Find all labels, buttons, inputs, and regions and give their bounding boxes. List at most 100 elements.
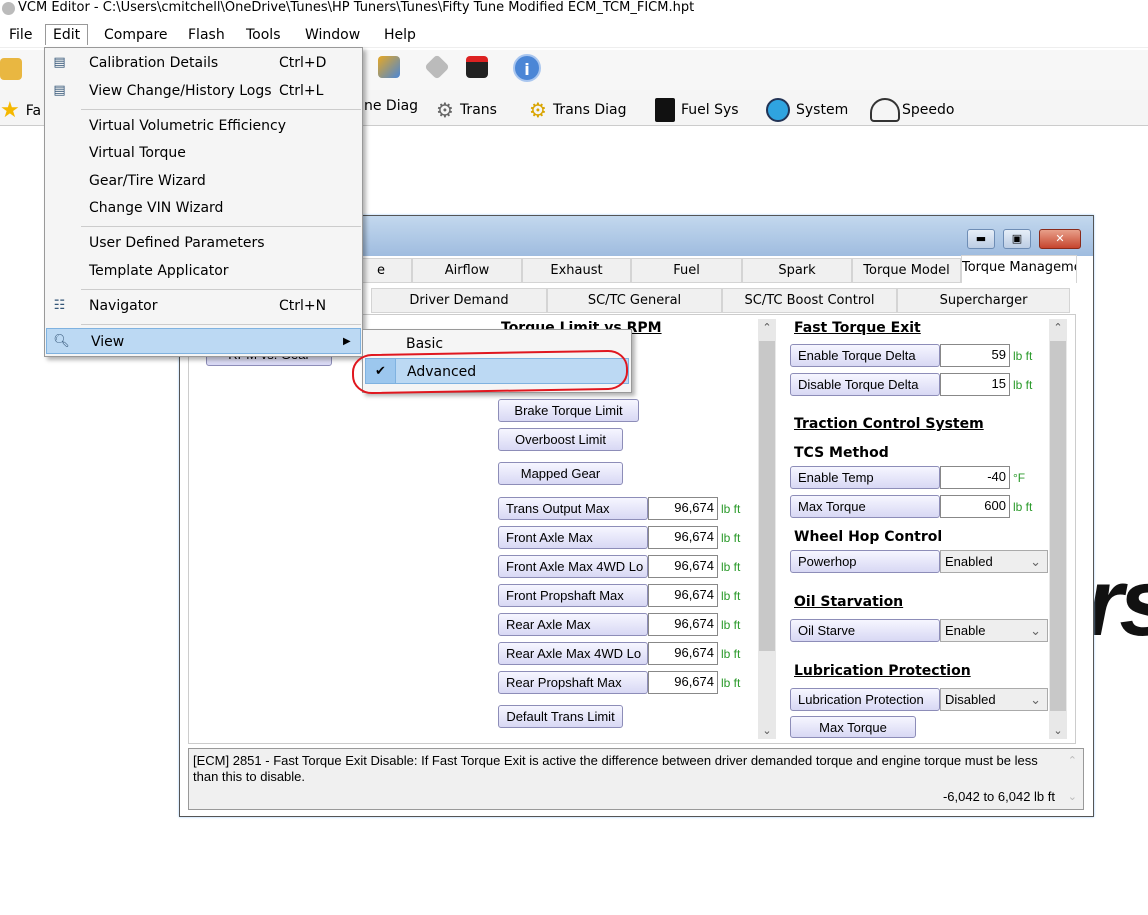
torque-limit-value[interactable]: 96,674 <box>648 671 718 694</box>
background-logo: rs <box>1086 549 1148 656</box>
max-torque-value[interactable]: 600 <box>940 495 1010 518</box>
write-chip-icon[interactable] <box>466 56 488 78</box>
tab-spark[interactable]: Spark <box>742 258 852 283</box>
star-icon: ★ <box>0 98 20 123</box>
engine-diag-button[interactable]: ne Diag <box>364 98 418 114</box>
torque-limit-label[interactable]: Front Axle Max <box>498 526 648 549</box>
torque-limit-value[interactable]: 96,674 <box>648 642 718 665</box>
max-torque-button[interactable]: Max Torque <box>790 716 916 738</box>
info-icon[interactable]: i <box>513 54 541 82</box>
default-trans-limit-button[interactable]: Default Trans Limit <box>498 705 623 728</box>
fuel-sys-button[interactable]: Fuel Sys <box>655 98 739 122</box>
torque-limit-label[interactable]: Front Axle Max 4WD Lo <box>498 555 648 578</box>
lubrication-protection-label[interactable]: Lubrication Protection <box>790 688 940 711</box>
system-button[interactable]: System <box>766 98 848 122</box>
menu-help[interactable]: Help <box>377 25 423 45</box>
enable-temp-value[interactable]: -40 <box>940 466 1010 489</box>
scroll-thumb[interactable] <box>759 341 775 651</box>
history-log-icon: ▤ <box>53 83 66 98</box>
lubrication-protection-select[interactable]: Disabled ⌄ <box>940 688 1048 711</box>
unit: lb ft <box>721 589 741 603</box>
tab-content: RPM vs. Gear Torque Limit vs RPM Brake T… <box>188 314 1076 744</box>
right-scrollbar[interactable]: ⌃ ⌄ <box>1049 319 1067 739</box>
menu-file[interactable]: File <box>2 25 39 45</box>
tab-driver-demand[interactable]: Driver Demand <box>371 288 547 313</box>
torque-limit-value[interactable]: 96,674 <box>648 497 718 520</box>
max-torque-label[interactable]: Max Torque <box>790 495 940 518</box>
torque-limit-label[interactable]: Rear Axle Max <box>498 613 648 636</box>
close-button[interactable]: ✕ <box>1039 229 1081 249</box>
tab-airflow[interactable]: Airflow <box>412 258 522 283</box>
speedo-button[interactable]: Speedo <box>870 98 954 122</box>
tab-sctc-boost-control[interactable]: SC/TC Boost Control <box>722 288 897 313</box>
wheel-hop-heading: Wheel Hop Control <box>794 529 943 545</box>
menu-item-calibration-details[interactable]: ▤ Calibration Details Ctrl+D <box>45 50 362 76</box>
scroll-down-icon[interactable]: ⌄ <box>1068 789 1077 805</box>
brake-torque-limit-button[interactable]: Brake Torque Limit <box>498 399 639 422</box>
menu-edit[interactable]: Edit <box>45 24 89 45</box>
menu-separator <box>81 324 361 325</box>
app-icon <box>2 2 15 15</box>
unit: lb ft <box>721 647 741 661</box>
unit: lb ft <box>721 531 741 545</box>
tab-exhaust[interactable]: Exhaust <box>522 258 631 283</box>
menu-tools[interactable]: Tools <box>239 25 288 45</box>
enable-torque-delta-value[interactable]: 59 <box>940 344 1010 367</box>
scroll-down-icon[interactable]: ⌄ <box>1049 724 1067 737</box>
unit: °F <box>1013 471 1026 485</box>
menu-item-navigator[interactable]: ☷ Navigator Ctrl+N <box>45 293 362 319</box>
menu-item-virtual-ve[interactable]: Virtual Volumetric Efficiency <box>45 113 362 139</box>
menu-item-view[interactable]: 🔍︎ View ▶ <box>46 328 361 354</box>
compare-convert-icon[interactable] <box>378 56 400 78</box>
favorites-button[interactable]: ★ Fa <box>0 98 41 123</box>
trans-diag-button[interactable]: ⚙ Trans Diag <box>529 98 627 122</box>
torque-limit-label[interactable]: Rear Axle Max 4WD Lo <box>498 642 648 665</box>
menu-window[interactable]: Window <box>298 25 367 45</box>
torque-limit-value[interactable]: 96,674 <box>648 526 718 549</box>
overboost-limit-button[interactable]: Overboost Limit <box>498 428 623 451</box>
minimize-button[interactable]: ▬ <box>967 229 995 249</box>
menu-flash[interactable]: Flash <box>181 25 232 45</box>
enable-temp-label[interactable]: Enable Temp <box>790 466 940 489</box>
tab-fuel[interactable]: Fuel <box>631 258 742 283</box>
tab-torque-management[interactable]: Torque Manageme <box>961 255 1077 283</box>
menu-item-history-logs[interactable]: ▤ View Change/History Logs Ctrl+L <box>45 78 362 104</box>
chevron-down-icon: ⌄ <box>1030 623 1041 638</box>
open-folder-icon[interactable] <box>0 58 22 80</box>
oil-starve-label[interactable]: Oil Starve <box>790 619 940 642</box>
torque-limit-label[interactable]: Trans Output Max <box>498 497 648 520</box>
menu-item-virtual-torque[interactable]: Virtual Torque <box>45 140 362 166</box>
menu-compare[interactable]: Compare <box>97 25 175 45</box>
menu-item-change-vin-wizard[interactable]: Change VIN Wizard <box>45 195 362 221</box>
disable-torque-delta-label[interactable]: Disable Torque Delta <box>790 373 940 396</box>
oil-starve-select[interactable]: Enable ⌄ <box>940 619 1048 642</box>
scroll-up-icon[interactable]: ⌃ <box>1068 753 1077 769</box>
menu-item-gear-tire-wizard[interactable]: Gear/Tire Wizard <box>45 168 362 194</box>
torque-limit-value[interactable]: 96,674 <box>648 613 718 636</box>
maximize-button[interactable]: ▣ <box>1003 229 1031 249</box>
scroll-up-icon[interactable]: ⌃ <box>758 321 776 334</box>
read-chip-icon[interactable] <box>424 54 450 80</box>
tab-sctc-general[interactable]: SC/TC General <box>547 288 722 313</box>
scroll-up-icon[interactable]: ⌃ <box>1049 321 1067 334</box>
mapped-gear-button[interactable]: Mapped Gear <box>498 462 623 485</box>
disable-torque-delta-value[interactable]: 15 <box>940 373 1010 396</box>
torque-limit-value[interactable]: 96,674 <box>648 555 718 578</box>
chevron-down-icon: ⌄ <box>1030 692 1041 707</box>
torque-limit-label[interactable]: Rear Propshaft Max <box>498 671 648 694</box>
powerhop-select[interactable]: Enabled ⌄ <box>940 550 1048 573</box>
torque-limit-value[interactable]: 96,674 <box>648 584 718 607</box>
app-title-bar: VCM Editor - C:\Users\cmitchell\OneDrive… <box>0 0 1148 20</box>
powerhop-label[interactable]: Powerhop <box>790 550 940 573</box>
scroll-down-icon[interactable]: ⌄ <box>758 724 776 737</box>
enable-torque-delta-label[interactable]: Enable Torque Delta <box>790 344 940 367</box>
trans-button[interactable]: ⚙ Trans <box>436 98 497 122</box>
menu-item-user-defined-parameters[interactable]: User Defined Parameters <box>45 230 362 256</box>
menu-item-template-applicator[interactable]: Template Applicator <box>45 258 362 284</box>
torque-limit-label[interactable]: Front Propshaft Max <box>498 584 648 607</box>
middle-scrollbar[interactable]: ⌃ ⌄ <box>758 319 776 739</box>
tab-torque-model[interactable]: Torque Model <box>852 258 961 283</box>
unit: lb ft <box>1013 500 1033 514</box>
scroll-thumb[interactable] <box>1050 341 1066 711</box>
tab-supercharger[interactable]: Supercharger <box>897 288 1070 313</box>
